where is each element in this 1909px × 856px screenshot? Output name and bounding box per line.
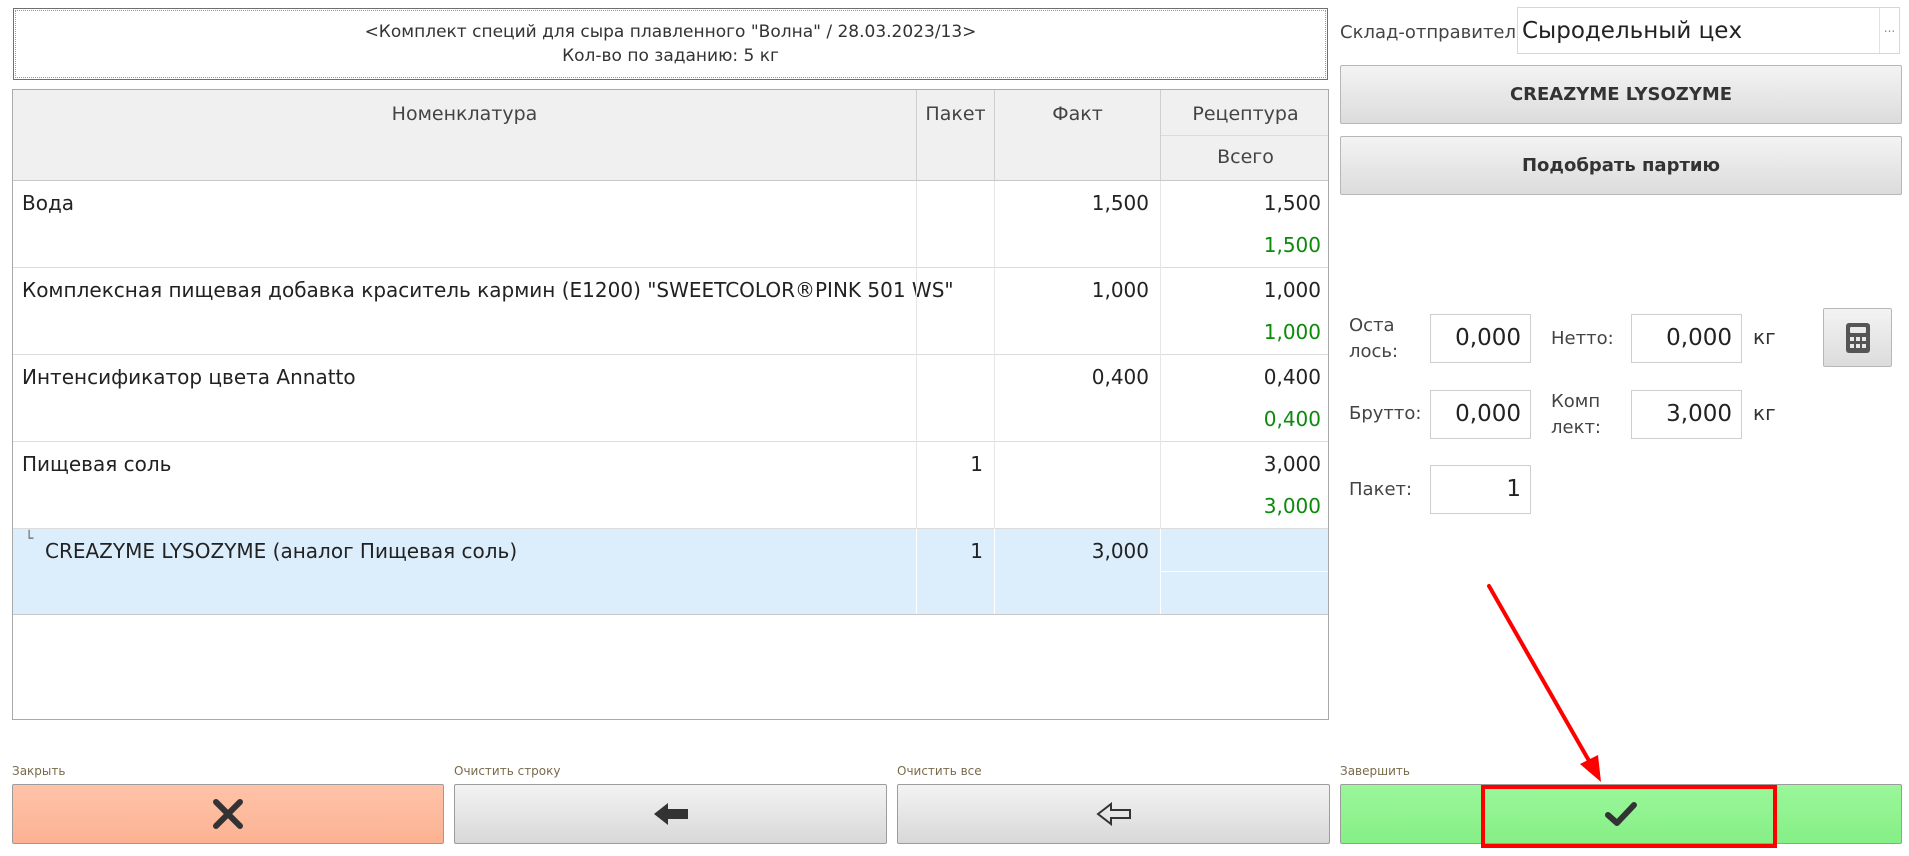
- packet-field[interactable]: 1: [1430, 465, 1531, 514]
- clear-row-button[interactable]: [454, 784, 887, 844]
- netto-unit: кг: [1753, 325, 1776, 349]
- remain-label: Оста лось:: [1349, 315, 1399, 362]
- child-marker: └: [25, 531, 34, 547]
- warehouse-more-button[interactable]: ...: [1879, 8, 1899, 53]
- row-total: 1,000: [1263, 278, 1321, 302]
- row-name: CREAZYME LYSOZYME (аналог Пищевая соль): [45, 539, 518, 563]
- row-packet: 1: [970, 452, 983, 476]
- header-recipe-label: Рецептура: [1192, 103, 1299, 125]
- row-total-green: 1,000: [1263, 320, 1321, 344]
- arrow-left-outline-icon: [1095, 802, 1131, 826]
- warehouse-label: Склад-отправитель:: [1340, 22, 1533, 43]
- row-name: Интенсификатор цвета Annatto: [22, 365, 356, 389]
- select-batch-button[interactable]: Подобрать партию: [1340, 136, 1902, 195]
- document-header: <Комплект специй для сыра плавленного "В…: [13, 8, 1328, 80]
- items-table: Номенклатура Пакет Факт Рецептура Всего …: [12, 89, 1329, 720]
- clear-row-label: Очистить строку: [454, 764, 561, 778]
- task-quantity: Кол-во по заданию: 5 кг: [562, 46, 779, 66]
- clear-all-button[interactable]: [897, 784, 1330, 844]
- netto-label: Нетто:: [1551, 328, 1614, 349]
- brutto-label: Брутто:: [1349, 403, 1422, 424]
- header-total-label: Всего: [1217, 146, 1274, 168]
- komplekt-label: Комп лект:: [1551, 391, 1602, 438]
- table-row[interactable]: Интенсификатор цвета Annatto 0,400 0,400…: [13, 355, 1328, 441]
- close-button[interactable]: [12, 784, 444, 844]
- row-total: 0,400: [1263, 365, 1321, 389]
- header-packet[interactable]: Пакет: [917, 90, 994, 180]
- close-icon: [213, 799, 243, 829]
- row-name: Вода: [22, 191, 75, 215]
- packet-label: Пакет:: [1349, 479, 1413, 500]
- table-row[interactable]: Вода 1,500 1,500 1,500: [13, 181, 1328, 267]
- table-row[interactable]: Пищевая соль 1 3,000 3,000: [13, 442, 1328, 528]
- row-fact: 1,500: [1091, 191, 1149, 215]
- finish-label: Завершить: [1340, 764, 1410, 778]
- row-name: Комплексная пищевая добавка краситель ка…: [22, 278, 954, 302]
- table-row-selected[interactable]: └ CREAZYME LYSOZYME (аналог Пищевая соль…: [13, 529, 1328, 614]
- row-total: 3,000: [1263, 452, 1321, 476]
- calculator-icon: [1846, 323, 1870, 353]
- header-total[interactable]: Всего: [1161, 136, 1328, 180]
- warehouse-value: Сыродельный цех: [1522, 18, 1743, 44]
- row-total-green: 0,400: [1263, 407, 1321, 431]
- warehouse-select[interactable]: Сыродельный цех ...: [1517, 7, 1900, 54]
- calculator-button[interactable]: [1823, 308, 1892, 367]
- annotation-arrow-icon: [1487, 584, 1601, 782]
- row-total: 1,500: [1263, 191, 1321, 215]
- komplekt-unit: кг: [1753, 401, 1776, 425]
- product-button[interactable]: CREAZYME LYSOZYME: [1340, 65, 1902, 124]
- row-fact: 0,400: [1091, 365, 1149, 389]
- table-row[interactable]: Комплексная пищевая добавка краситель ка…: [13, 268, 1328, 354]
- header-fact-label: Факт: [1052, 103, 1103, 125]
- header-packet-label: Пакет: [925, 103, 986, 125]
- annotation-highlight-box: [1481, 785, 1777, 848]
- header-fact[interactable]: Факт: [995, 90, 1160, 180]
- row-total-green: 1,500: [1263, 233, 1321, 257]
- row-fact: 1,000: [1091, 278, 1149, 302]
- header-nomenclature-label: Номенклатура: [391, 103, 538, 125]
- row-name: Пищевая соль: [22, 452, 172, 476]
- komplekt-field[interactable]: 3,000: [1631, 390, 1742, 439]
- close-label: Закрыть: [12, 764, 66, 778]
- netto-field[interactable]: 0,000: [1631, 314, 1742, 363]
- document-title: <Комплект специй для сыра плавленного "В…: [364, 22, 977, 42]
- row-fact: 3,000: [1091, 539, 1149, 563]
- row-total-green: 3,000: [1263, 494, 1321, 518]
- brutto-field[interactable]: 0,000: [1430, 390, 1531, 439]
- header-nomenclature[interactable]: Номенклатура: [13, 90, 916, 180]
- clear-all-label: Очистить все: [897, 764, 982, 778]
- remain-field[interactable]: 0,000: [1430, 314, 1531, 363]
- arrow-left-filled-icon: [653, 803, 688, 825]
- header-recipe[interactable]: Рецептура: [1161, 90, 1328, 135]
- row-packet: 1: [970, 539, 983, 563]
